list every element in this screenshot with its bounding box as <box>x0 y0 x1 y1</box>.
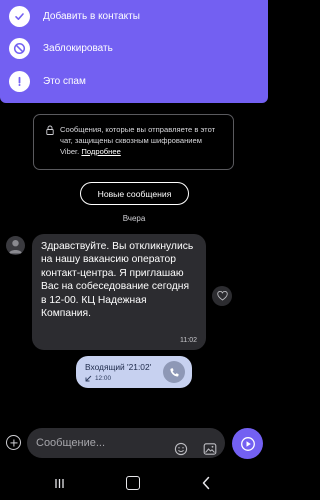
call-title: Входящий '21:02' <box>85 362 152 372</box>
incoming-message[interactable]: Здравствуйте. Вы откликнулись на нашу ва… <box>32 234 206 350</box>
learn-more-link[interactable]: Подробнее <box>81 147 120 156</box>
report-spam-item[interactable]: Это спам <box>0 65 268 97</box>
call-time: 12:00 <box>95 375 111 382</box>
encryption-notice: Сообщения, которые вы отправляете в этот… <box>33 114 234 170</box>
incoming-call-bubble[interactable]: Входящий '21:02' 12:00 <box>76 356 192 388</box>
gallery-icon[interactable] <box>203 442 217 456</box>
call-back-button[interactable] <box>163 361 185 383</box>
recents-icon[interactable] <box>54 478 65 489</box>
person-icon <box>9 240 22 254</box>
message-composer <box>0 420 268 465</box>
block-icon <box>9 37 30 59</box>
voice-message-button[interactable] <box>232 428 263 459</box>
add-to-contacts-label: Добавить в контакты <box>43 10 140 22</box>
contact-actions-panel: Добавить в контакты Заблокировать Это сп… <box>0 0 268 103</box>
new-messages-button[interactable]: Новые сообщения <box>80 182 189 205</box>
encryption-notice-text: Сообщения, которые вы отправляете в этот… <box>60 124 223 157</box>
like-button[interactable] <box>212 286 232 306</box>
block-item[interactable]: Заблокировать <box>0 32 268 64</box>
message-field[interactable] <box>27 428 225 458</box>
emoji-icon[interactable] <box>174 442 188 456</box>
message-time: 11:02 <box>180 337 197 344</box>
play-circle-icon <box>240 436 255 451</box>
heart-icon <box>216 291 228 301</box>
add-to-contacts-item[interactable]: Добавить в контакты <box>0 0 268 32</box>
message-text: Здравствуйте. Вы откликнулись на нашу ва… <box>41 241 194 320</box>
lock-icon <box>46 125 54 135</box>
attach-plus-icon[interactable] <box>6 435 21 450</box>
exclamation-icon <box>9 70 30 92</box>
incoming-arrow-icon <box>85 375 92 382</box>
check-icon <box>9 5 30 27</box>
system-nav-bar <box>0 465 268 500</box>
avatar[interactable] <box>6 236 25 255</box>
phone-icon <box>169 367 179 377</box>
message-input[interactable] <box>36 437 166 449</box>
back-icon[interactable] <box>201 476 211 490</box>
home-icon[interactable] <box>126 476 140 490</box>
block-label: Заблокировать <box>43 42 113 54</box>
date-separator: Вчера <box>122 214 146 223</box>
report-spam-label: Это спам <box>43 75 86 87</box>
